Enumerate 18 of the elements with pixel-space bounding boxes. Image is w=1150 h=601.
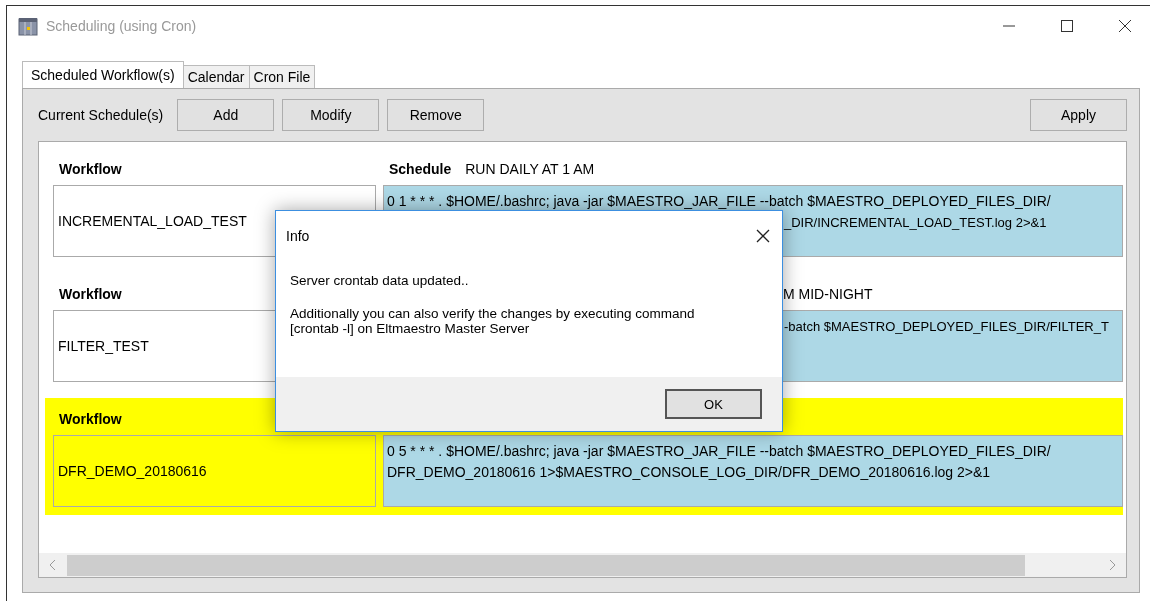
workflow-name: DFR_DEMO_20180616: [58, 463, 207, 479]
dialog-title: Info: [286, 228, 310, 244]
workflow-name: FILTER_TEST: [58, 338, 149, 354]
command-line: 0 1 * * * . $HOME/.bashrc; java -jar $MAESTRO_JAR_FILE --batch $MAESTRO_DEPLOYED_FILES_DIR/: [387, 193, 1051, 209]
workflow-label: Workflow: [58, 285, 123, 302]
toolbar-label: Current Schedule(s): [38, 107, 164, 123]
command-line: -batch $MAESTRO_DEPLOYED_FILES_DIR/FILTER_T: [784, 319, 1109, 334]
window-title: Scheduling (using Cron): [46, 18, 197, 34]
command-line: 0 5 * * * . $HOME/.bashrc; java -jar $MAESTRO_JAR_FILE --batch $MAESTRO_DEPLOYED_FILES_DIR/: [387, 443, 1051, 459]
workflow-label: Workflow: [58, 410, 123, 427]
command-line: DFR_DEMO_20180616 1>$MAESTRO_CONSOLE_LOG_DIR/DFR_DEMO_20180616.log 2>&1: [387, 464, 991, 480]
command-line: _DIR/INCREMENTAL_LOAD_TEST.log 2>&1: [784, 215, 1047, 230]
workflow-name: INCREMENTAL_LOAD_TEST: [58, 213, 247, 229]
dialog-message: Server crontab data updated..: [290, 273, 470, 288]
schedule-text: RUN DAILY AT 1 AM: [465, 161, 595, 177]
workflow-label: Workflow: [58, 160, 123, 177]
schedule-text: M MID-NIGHT: [783, 286, 873, 302]
schedule-label: Schedule: [389, 161, 452, 177]
